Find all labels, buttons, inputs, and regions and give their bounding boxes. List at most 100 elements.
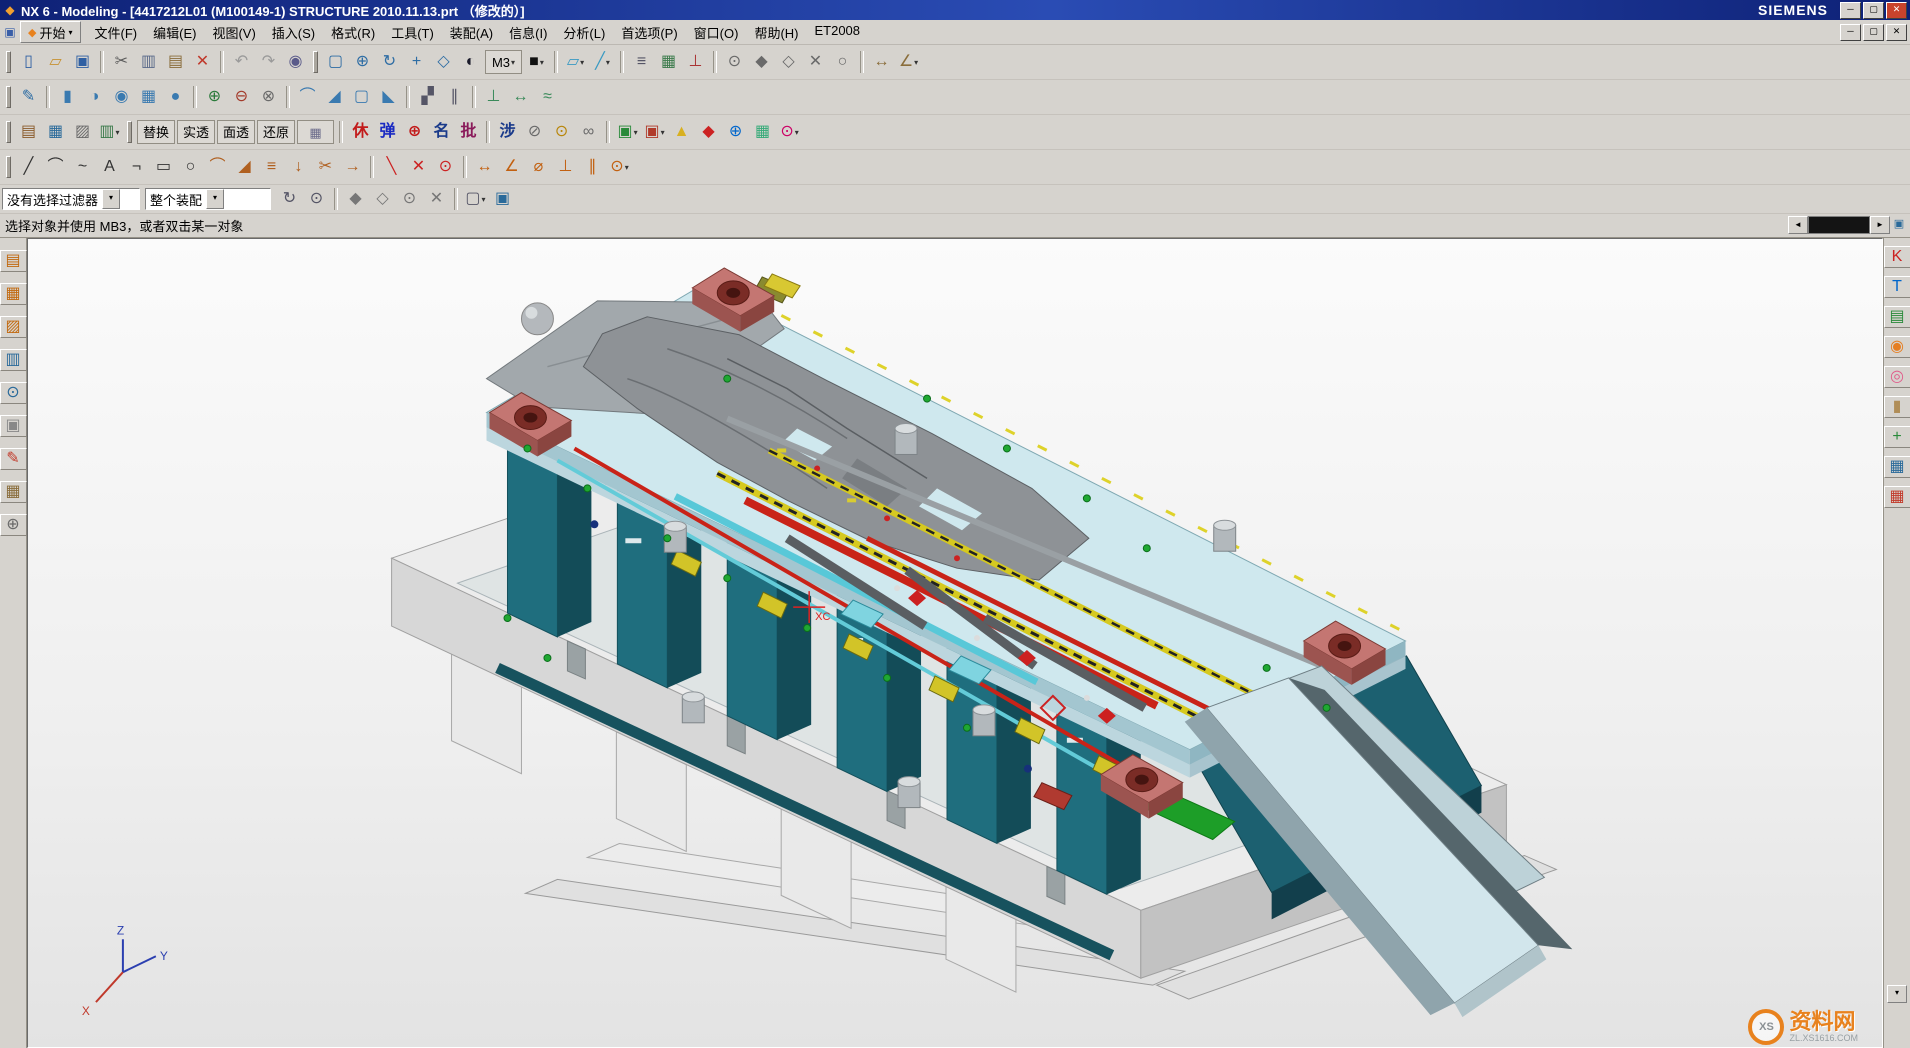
start-menu-button[interactable]: ◆ 开始 ▾ — [20, 21, 81, 43]
scroll-right-button[interactable]: ► — [1870, 216, 1890, 234]
assembly-constraints-icon[interactable]: ⊥ — [481, 84, 506, 110]
perspective-icon[interactable]: ◇ — [431, 49, 456, 75]
perpendicular-icon[interactable]: ⊥ — [553, 154, 578, 180]
history-icon[interactable]: ⊙ — [0, 382, 27, 404]
spring-button[interactable]: 弹 — [375, 119, 400, 145]
move-component-icon[interactable]: ↔ — [508, 84, 533, 110]
snap-mid-icon[interactable]: ◇ — [776, 49, 801, 75]
dim-diameter-icon[interactable]: ⌀ — [526, 154, 551, 180]
grid-blue-tool-icon[interactable]: ▦ — [1884, 456, 1910, 478]
model-3d-canvas[interactable]: XC Z Y X — [28, 239, 1882, 1047]
replace-refset-button[interactable]: 替换 — [137, 120, 175, 144]
menu-item-4[interactable]: 格式(R) — [323, 21, 383, 44]
pattern-icon[interactable]: ▞ — [415, 84, 440, 110]
snap-point-icon[interactable]: ⊙ — [722, 49, 747, 75]
dim-angle-icon[interactable]: ∠ — [499, 154, 524, 180]
batch-button[interactable]: 批 — [456, 119, 481, 145]
plus-tool-icon[interactable]: + — [1884, 426, 1910, 448]
minimize-button[interactable]: ─ — [1840, 2, 1861, 19]
interference-button[interactable]: 涉 — [495, 119, 520, 145]
select-scope-icon[interactable]: ⊙ — [304, 186, 329, 212]
hatch-icon[interactable]: ▦ — [297, 120, 334, 144]
copy-icon[interactable]: ▥ — [136, 49, 161, 75]
snap-settings-icon[interactable]: ↻ — [277, 186, 302, 212]
rotate-view-icon[interactable]: ↻ — [377, 49, 402, 75]
face-transparent-button[interactable]: 面透 — [217, 120, 255, 144]
spline-icon[interactable]: ~ — [70, 154, 95, 180]
snap-end2-icon[interactable]: ◆ — [343, 186, 368, 212]
background-button[interactable]: ■▾ — [524, 49, 549, 75]
intersect-icon[interactable]: ⊗ — [256, 84, 281, 110]
part-navigator-icon[interactable]: ▥ — [0, 349, 27, 371]
chevron-down-icon[interactable]: ▾ — [102, 189, 120, 209]
menu-item-3[interactable]: 插入(S) — [264, 21, 323, 44]
circle-red-icon[interactable]: ⊙ — [433, 154, 458, 180]
pan-icon[interactable]: + — [404, 49, 429, 75]
toolbar-grip[interactable] — [6, 86, 11, 108]
snap-intersect-icon[interactable]: ✕ — [803, 49, 828, 75]
circle-icon[interactable]: ○ — [178, 154, 203, 180]
scroll-left-button[interactable]: ◄ — [1788, 216, 1808, 234]
doc-restore-button[interactable]: ▢ — [1863, 24, 1884, 41]
menu-item-2[interactable]: 视图(V) — [204, 21, 263, 44]
marquee-select-icon[interactable]: ▢▾ — [463, 186, 488, 212]
toolbar-grip[interactable] — [6, 51, 11, 73]
link-icon[interactable]: ∞ — [576, 119, 601, 145]
trim-icon[interactable]: ✂ — [313, 154, 338, 180]
close-button[interactable]: ✕ — [1886, 2, 1907, 19]
graphics-viewport[interactable]: XC Z Y X XS 资料网 ZL.XS1616.COM — [27, 238, 1883, 1048]
shaded-view-icon[interactable]: ◐ — [458, 49, 483, 75]
toolbar-grip[interactable] — [6, 121, 11, 143]
block-icon[interactable]: ▦ — [136, 84, 161, 110]
parallel-icon[interactable]: ∥ — [580, 154, 605, 180]
window-select-icon[interactable]: ▣ — [490, 186, 515, 212]
menu-item-10[interactable]: 窗口(O) — [686, 21, 747, 44]
rectangle-icon[interactable]: ▭ — [151, 154, 176, 180]
grid-green-icon[interactable]: ▦ — [750, 119, 775, 145]
assembly-navigator-icon[interactable]: ▦ — [0, 283, 27, 305]
fit-view-icon[interactable]: ▢ — [323, 49, 348, 75]
load-options-icon[interactable]: ▨ — [70, 119, 95, 145]
toolbar-grip[interactable] — [313, 51, 318, 73]
move-layer-icon[interactable]: ≡ — [629, 49, 654, 75]
triangle-icon[interactable]: ▲ — [669, 119, 694, 145]
project-curve-icon[interactable]: ↓ — [286, 154, 311, 180]
maximize-button[interactable]: ▢ — [1863, 2, 1884, 19]
palette-tool-icon[interactable]: ◉ — [1884, 336, 1910, 358]
draft-icon[interactable]: ◣ — [376, 84, 401, 110]
snap-point2-icon[interactable]: ⊙ — [397, 186, 422, 212]
measure-distance-icon[interactable]: ↔ — [869, 49, 894, 75]
constraints-icon[interactable]: ⊙▾ — [607, 154, 632, 180]
key-tool-icon[interactable]: K — [1884, 246, 1910, 268]
suppress-button[interactable]: 休 — [348, 119, 373, 145]
point-cross-icon[interactable]: ✕ — [406, 154, 431, 180]
view-tag-red-button[interactable]: ▣▾ — [642, 119, 667, 145]
menu-item-1[interactable]: 编辑(E) — [145, 21, 204, 44]
menu-item-6[interactable]: 装配(A) — [442, 21, 501, 44]
revolve-icon[interactable]: ◑ — [82, 84, 107, 110]
doc-minimize-button[interactable]: ─ — [1840, 24, 1861, 41]
zoom-icon[interactable]: ⊕ — [350, 49, 375, 75]
navigator-tab-icon[interactable]: ▤ — [0, 250, 27, 272]
shell-icon[interactable]: ▢ — [349, 84, 374, 110]
reference-set-icon[interactable]: ▤ — [16, 119, 41, 145]
chevron-down-icon[interactable]: ▾ — [206, 189, 224, 209]
reuse-library-icon[interactable]: ▣ — [0, 415, 27, 437]
solid-transparent-button[interactable]: 实透 — [177, 120, 215, 144]
scrollbar-track[interactable] — [1808, 216, 1870, 234]
lock-icon[interactable]: ⊘ — [522, 119, 547, 145]
grid-red-tool-icon[interactable]: ▦ — [1884, 486, 1910, 508]
datum-axis-icon[interactable]: ╱▾ — [590, 49, 615, 75]
template-tool-icon[interactable]: T — [1884, 276, 1910, 298]
boss-icon[interactable]: ● — [163, 84, 188, 110]
chamfer-icon[interactable]: ◢ — [322, 84, 347, 110]
hole-icon[interactable]: ◉ — [109, 84, 134, 110]
rings-tool-icon[interactable]: ◎ — [1884, 366, 1910, 388]
scroll-down-button[interactable]: ▾ — [1887, 985, 1907, 1003]
snap-int2-icon[interactable]: ✕ — [424, 186, 449, 212]
paste-icon[interactable]: ▤ — [163, 49, 188, 75]
notes-tool-icon[interactable]: ▤ — [1884, 306, 1910, 328]
document-menu-icon[interactable]: ▣ — [3, 25, 17, 39]
selection-scope-combo[interactable]: 整个装配 ▾ — [145, 188, 271, 210]
diamond-red-icon[interactable]: ◆ — [696, 119, 721, 145]
